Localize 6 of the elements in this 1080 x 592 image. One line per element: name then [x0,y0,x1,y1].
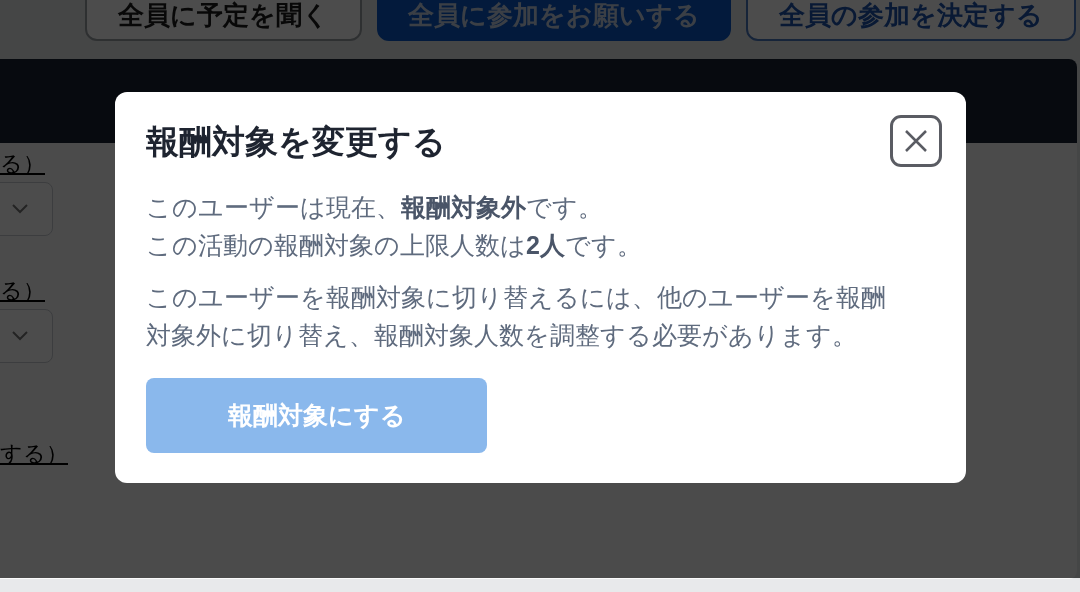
dialog-text: このユーザーを報酬対象に切り替えるには、他のユーザーを報酬対象外に切り替え、報酬対象人数を調整する必要があります。 [146,282,887,351]
close-button[interactable] [890,115,942,167]
close-icon [904,129,928,153]
dialog-title: 報酬対象を変更する [146,122,446,162]
dialog-text: この活動の報酬対象の上限人数は2人です。 [146,230,643,261]
dialog-text: このユーザーは現在、報酬対象外です。 [146,192,604,223]
